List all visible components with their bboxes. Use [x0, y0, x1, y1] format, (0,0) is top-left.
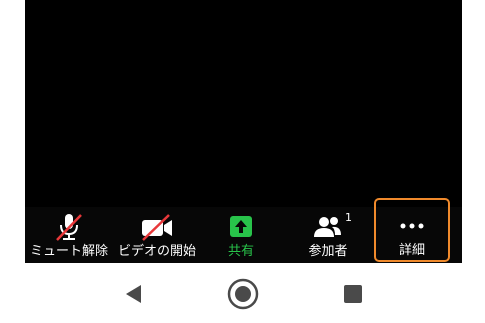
android-navigation-bar: [0, 263, 485, 323]
start-video-label: ビデオの開始: [117, 244, 196, 259]
participants-count-badge: 1: [345, 211, 352, 224]
more-label: 詳細: [398, 243, 425, 258]
meeting-video-area: ミュート解除 ビデオの開始 共有 1 参加者 詳細: [25, 0, 462, 263]
participants-button[interactable]: 1 参加者: [285, 207, 371, 263]
participants-label: 参加者: [308, 244, 348, 259]
back-triangle-icon[interactable]: [118, 279, 148, 309]
more-dots-icon: [392, 212, 432, 240]
video-camera-off-icon: [137, 213, 177, 241]
share-button[interactable]: 共有: [203, 207, 279, 263]
unmute-label: ミュート解除: [29, 244, 108, 259]
participants-icon: 1: [308, 211, 352, 241]
recents-square-icon[interactable]: [338, 279, 368, 309]
start-video-button[interactable]: ビデオの開始: [113, 207, 201, 263]
more-button[interactable]: 詳細: [374, 198, 450, 262]
home-circle-icon[interactable]: [226, 277, 260, 311]
microphone-muted-icon: [49, 213, 89, 241]
meeting-toolbar: ミュート解除 ビデオの開始 共有 1 参加者 詳細: [25, 198, 462, 263]
share-arrow-up-icon: [221, 213, 261, 241]
unmute-button[interactable]: ミュート解除: [27, 207, 111, 263]
share-label: 共有: [227, 244, 254, 259]
